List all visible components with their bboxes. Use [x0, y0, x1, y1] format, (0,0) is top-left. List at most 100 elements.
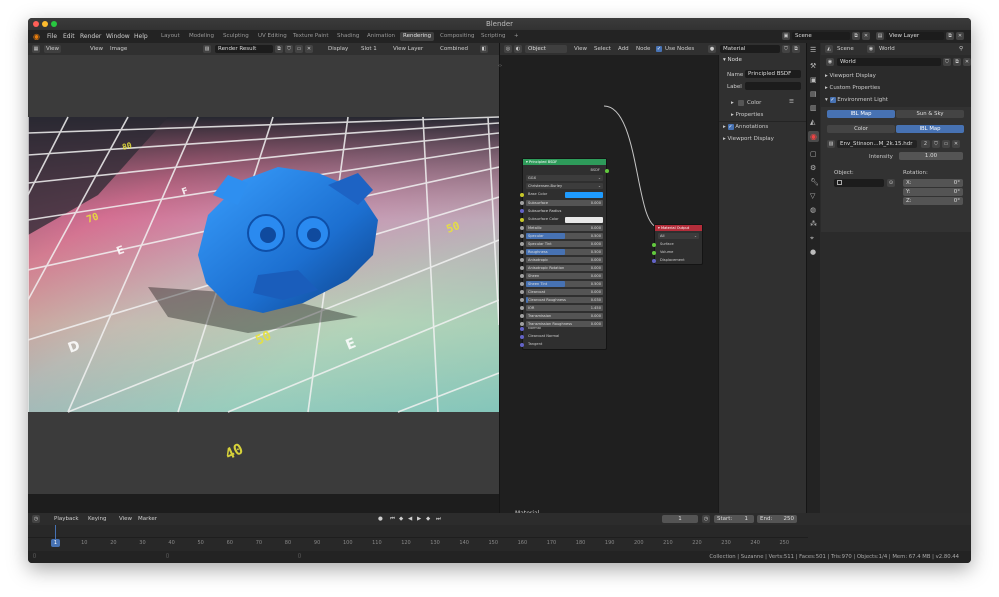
breadcrumb-world[interactable]: World [879, 46, 895, 52]
menu-help[interactable]: Help [134, 33, 148, 40]
tab-ibl-map[interactable]: IBL Map [827, 110, 895, 118]
bsdf-input-socket[interactable] [520, 234, 524, 238]
shader-type-icon[interactable]: ◐ [514, 45, 522, 53]
environment-light-checkbox[interactable]: ✓ [829, 97, 836, 103]
fake-user-icon[interactable]: ⛉ [285, 45, 293, 53]
close-icon[interactable]: ✕ [963, 58, 971, 66]
material-name-field[interactable]: Material [720, 45, 780, 53]
tab-uv-editing[interactable]: UV Editing [255, 32, 290, 41]
pass-dropdown[interactable]: Combined [440, 46, 468, 52]
image-icon[interactable]: ▨ [827, 140, 835, 148]
output-target-dropdown[interactable]: All ⌄ [658, 233, 699, 239]
volume-socket[interactable] [652, 251, 656, 255]
annotations-panel[interactable]: ▸ ✓ Annotations [723, 124, 768, 130]
close-icon[interactable]: ✕ [862, 32, 870, 40]
current-frame-field[interactable]: 1 [662, 515, 698, 523]
new-view-layer-icon[interactable]: ⧉ [946, 32, 954, 40]
fake-user-icon[interactable]: ⛉ [782, 45, 790, 53]
menu-image[interactable]: Image [110, 46, 127, 52]
rotation-x-field[interactable]: X: 0° [903, 179, 963, 187]
new-world-icon[interactable]: ⧉ [953, 58, 961, 66]
tool-icon[interactable]: ⚒ [810, 62, 816, 70]
world-icon[interactable]: ◉ [808, 131, 819, 142]
bsdf-input-socket[interactable] [520, 242, 524, 246]
color-expand-icon[interactable]: ▸ [731, 100, 734, 106]
frame-ruler[interactable]: 10 20 30 40 50 60 70 80 90 100 110 120 130 140 150 160 1… [28, 538, 808, 548]
bsdf-input-field[interactable]: IOR 1.450 [526, 305, 603, 311]
list-icon[interactable]: ☰ [789, 99, 794, 105]
image-name-field[interactable]: Render Result [215, 45, 273, 53]
menu-playback[interactable]: Playback [54, 516, 79, 522]
material-sphere-icon[interactable]: ● [810, 248, 816, 256]
menu-file[interactable]: File [47, 33, 57, 40]
wrench-icon[interactable]: 🔧︎ [810, 178, 819, 186]
open-image-icon[interactable]: ▭ [942, 140, 950, 148]
bsdf-input-field[interactable]: Sheen 0.000 [526, 273, 603, 279]
subsurface-color-socket[interactable] [520, 218, 524, 222]
mode-dropdown[interactable]: View [44, 45, 62, 53]
bsdf-input-socket[interactable] [520, 266, 524, 270]
minimize-window-button[interactable] [42, 21, 48, 27]
view-layer-dropdown[interactable]: View Layer [393, 46, 423, 52]
bsdf-input-field[interactable]: Sheen Tint 0.500 [526, 281, 603, 287]
bsdf-input-socket[interactable] [520, 282, 524, 286]
menu-keying[interactable]: Keying [88, 516, 106, 522]
editor-type-icon[interactable]: ▦ [32, 45, 40, 53]
physics-icon[interactable]: ◍ [810, 206, 816, 214]
normal-socket[interactable] [520, 327, 524, 331]
view-layer-selector[interactable]: View Layer [886, 32, 944, 40]
timeline-area[interactable]: 10 20 30 40 50 60 70 80 90 100 110 120 130 140 150 160 1… [28, 525, 971, 551]
tab-sun-and-sky[interactable]: Sun & Sky [896, 110, 964, 118]
modifier-icon[interactable]: ⚙ [810, 164, 816, 172]
tab-scripting[interactable]: Scripting [478, 32, 508, 41]
base-color-socket[interactable] [520, 193, 524, 197]
menu-window[interactable]: Window [106, 33, 130, 40]
jump-start-icon[interactable]: ⏮ [390, 516, 395, 523]
menu-view[interactable]: View [90, 46, 103, 52]
tab-texture-paint[interactable]: Texture Paint [290, 32, 332, 41]
use-nodes-checkbox[interactable]: ✓ [656, 46, 662, 52]
menu-view[interactable]: View [574, 46, 587, 52]
tab-layout[interactable]: Layout [158, 32, 183, 41]
subsurface-color-swatch[interactable] [565, 216, 603, 223]
bsdf-input-socket[interactable] [520, 258, 524, 262]
bsdf-output-socket[interactable] [605, 168, 609, 173]
close-icon[interactable]: ✕ [956, 32, 964, 40]
new-scene-icon[interactable]: ⧉ [852, 32, 860, 40]
bsdf-input-socket[interactable] [520, 226, 524, 230]
eyedropper-icon[interactable]: ⊙ [887, 179, 895, 187]
menu-select[interactable]: Select [594, 46, 611, 52]
blender-logo-icon[interactable]: ◉ [33, 32, 40, 41]
properties-subpanel[interactable]: ▸ Properties [731, 112, 763, 118]
menu-node[interactable]: Node [636, 46, 650, 52]
bsdf-input-socket[interactable] [520, 298, 524, 302]
menu-view[interactable]: View [119, 516, 132, 522]
bsdf-input-socket[interactable] [520, 209, 524, 213]
bsdf-input-socket[interactable] [520, 290, 524, 294]
tab-sculpting[interactable]: Sculpting [220, 32, 252, 41]
fake-user-icon[interactable]: ⛉ [932, 140, 940, 148]
bsdf-input-socket[interactable] [520, 314, 524, 318]
material-sphere-icon[interactable]: ● [708, 45, 716, 53]
bsdf-input-field[interactable]: Metallic 0.000 [526, 225, 603, 231]
close-window-button[interactable] [33, 21, 39, 27]
playhead[interactable]: 1 [51, 539, 60, 547]
users-count[interactable]: 2 [921, 140, 930, 148]
menu-marker[interactable]: Marker [138, 516, 157, 522]
jump-end-icon[interactable]: ⏭ [436, 516, 441, 523]
prev-keyframe-icon[interactable]: ◆ [399, 516, 403, 522]
subtab-ibl-map[interactable]: IBL Map [896, 125, 964, 133]
channels-icon[interactable]: ◧ [480, 45, 488, 53]
rotation-z-field[interactable]: Z: 0° [903, 197, 963, 205]
display-menu[interactable]: Display [328, 46, 348, 52]
viewport-display-panel[interactable]: ▸ Viewport Display [825, 73, 876, 79]
tab-rendering[interactable]: Rendering [400, 32, 435, 41]
bsdf-input-field[interactable]: Anisotropic Rotation 0.000 [526, 265, 603, 271]
play-reverse-icon[interactable]: ◀ [408, 516, 412, 522]
open-image-icon[interactable]: ▭ [295, 45, 303, 53]
tangent-socket[interactable] [520, 343, 524, 347]
bsdf-input-field[interactable]: Specular 0.500 [526, 233, 603, 239]
bsdf-input-field[interactable]: Transmission 0.000 [526, 313, 603, 319]
zoom-window-button[interactable] [51, 21, 57, 27]
image-icon[interactable]: ▨ [203, 45, 211, 53]
